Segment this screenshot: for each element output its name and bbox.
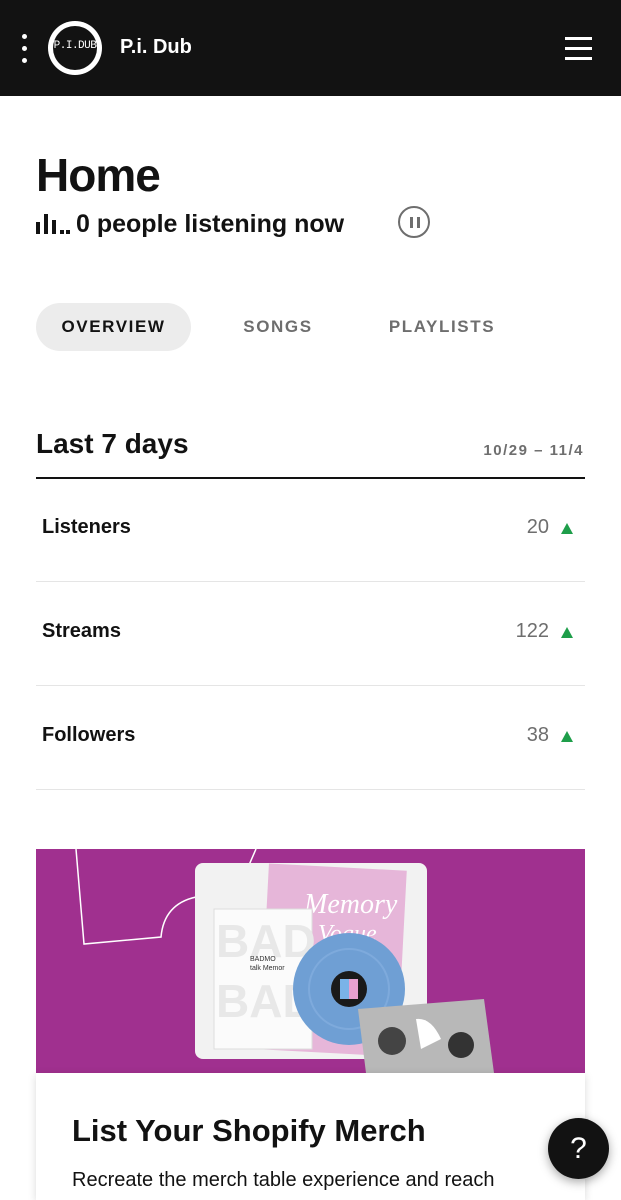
trend-up-icon	[561, 731, 573, 742]
merch-artwork: Memory Vogue BAD BAD BADMO talk Memor	[75, 849, 494, 1073]
bar-graph-icon	[36, 214, 70, 234]
tab-songs[interactable]: SONGS	[218, 303, 338, 351]
art-text: talk Memor	[250, 965, 285, 972]
pause-icon[interactable]	[398, 206, 430, 238]
stat-label: Listeners	[42, 516, 131, 538]
stats-date-range: 10/29 – 11/4	[483, 442, 584, 459]
tab-playlists[interactable]: PLAYLISTS	[372, 303, 512, 351]
artist-avatar[interactable]: P.I.DUB	[48, 21, 102, 75]
stat-row-followers[interactable]: Followers 38	[36, 686, 585, 790]
stat-value: 122	[515, 620, 549, 642]
avatar-logo-text: P.I.DUB	[53, 40, 97, 52]
stat-row-streams[interactable]: Streams 122	[36, 582, 585, 686]
page-title: Home	[36, 149, 161, 201]
stats-period-title: Last 7 days	[36, 428, 189, 459]
promo-card[interactable]: List Your Shopify Merch Recreate the mer…	[36, 1073, 585, 1200]
art-text: BADMO	[250, 956, 276, 963]
promo-title: List Your Shopify Merch	[72, 1113, 426, 1148]
hamburger-menu-icon[interactable]	[560, 34, 594, 62]
promo-description: Recreate the merch table experience and …	[72, 1169, 495, 1191]
listening-count-text: 0 people listening now	[76, 209, 345, 238]
stat-row-listeners[interactable]: Listeners 20	[36, 478, 585, 582]
help-button[interactable]: ?	[548, 1118, 609, 1179]
art-text: Memory	[303, 889, 398, 920]
trend-up-icon	[561, 627, 573, 638]
more-options-icon[interactable]	[14, 26, 34, 70]
artist-name[interactable]: P.i. Dub	[120, 36, 192, 59]
trend-up-icon	[561, 523, 573, 534]
stat-value: 38	[526, 724, 549, 746]
promo-banner-image[interactable]: Memory Vogue BAD BAD BADMO talk Memor	[36, 849, 585, 1073]
stat-label: Followers	[42, 724, 136, 746]
tab-overview[interactable]: OVERVIEW	[36, 303, 191, 351]
listening-now: 0 people listening now	[36, 206, 344, 242]
top-bar: P.I.DUB P.i. Dub	[0, 0, 621, 96]
stat-value: 20	[526, 516, 549, 538]
stat-label: Streams	[42, 620, 121, 642]
